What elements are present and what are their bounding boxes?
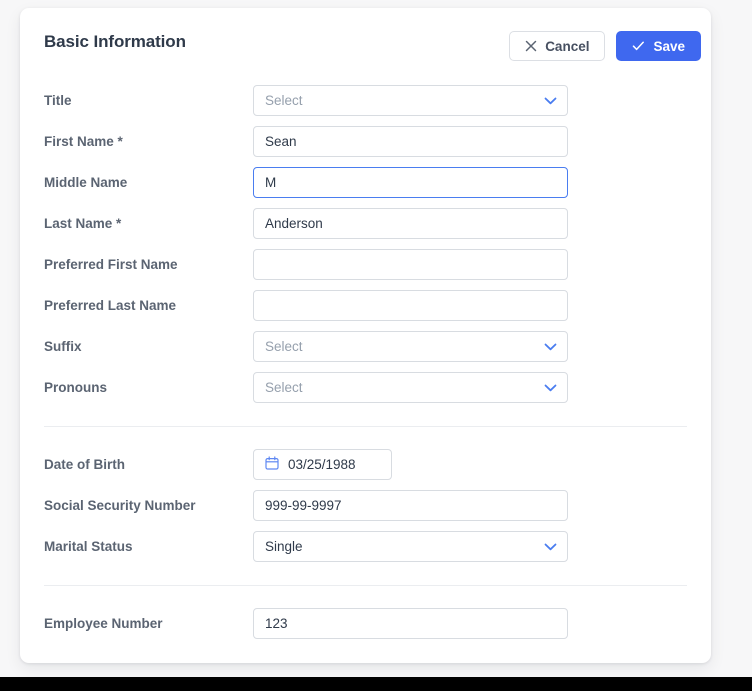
employee-number-input[interactable]: 123 xyxy=(253,608,568,639)
check-icon xyxy=(632,40,645,52)
last-name-value: Anderson xyxy=(265,215,323,231)
title-select-value: Select xyxy=(265,92,303,108)
middle-name-value: M xyxy=(265,174,277,190)
preferred-last-name-input[interactable] xyxy=(253,290,568,321)
field-label-marital-status: Marital Status xyxy=(44,539,133,554)
form-row-title: Title Select xyxy=(20,80,711,121)
card-header: Basic Information Cancel Save xyxy=(20,8,711,80)
date-of-birth-value: 03/25/1988 xyxy=(288,456,356,472)
first-name-input[interactable]: Sean xyxy=(253,126,568,157)
chevron-down-icon xyxy=(544,343,557,351)
pronouns-select-value: Select xyxy=(265,379,303,395)
field-label-last-name: Last Name * xyxy=(44,216,122,231)
field-label-pronouns: Pronouns xyxy=(44,380,107,395)
middle-name-input[interactable]: M xyxy=(253,167,568,198)
close-icon xyxy=(525,40,537,52)
cancel-button[interactable]: Cancel xyxy=(509,31,606,61)
basic-information-card: Basic Information Cancel Save Title Sele… xyxy=(20,8,711,663)
marital-status-select[interactable]: Single xyxy=(253,531,568,562)
section-divider-2 xyxy=(44,585,687,586)
form-row-preferred-last-name: Preferred Last Name xyxy=(20,285,711,326)
field-label-middle-name: Middle Name xyxy=(44,175,128,190)
field-label-preferred-first-name: Preferred First Name xyxy=(44,257,178,272)
form-row-marital-status: Marital Status Single xyxy=(20,526,711,567)
form-row-date-of-birth: Date of Birth 03/25/1988 xyxy=(20,444,711,485)
form-body: Title Select First Name * Sean Middle Na… xyxy=(20,80,711,644)
field-label-social-security-number: Social Security Number xyxy=(44,498,196,513)
form-row-first-name: First Name * Sean xyxy=(20,121,711,162)
header-actions: Cancel Save xyxy=(509,31,701,61)
social-security-number-input[interactable]: 999-99-9997 xyxy=(253,490,568,521)
form-row-employee-number: Employee Number 123 xyxy=(20,603,711,644)
chevron-down-icon xyxy=(544,97,557,105)
form-row-middle-name: Middle Name M xyxy=(20,162,711,203)
calendar-icon[interactable] xyxy=(265,456,279,473)
cancel-button-label: Cancel xyxy=(545,38,590,54)
social-security-number-value: 999-99-9997 xyxy=(265,497,342,513)
save-button[interactable]: Save xyxy=(616,31,701,61)
pronouns-select[interactable]: Select xyxy=(253,372,568,403)
title-select[interactable]: Select xyxy=(253,85,568,116)
chevron-down-icon xyxy=(544,384,557,392)
save-button-label: Save xyxy=(653,38,685,54)
employee-number-value: 123 xyxy=(265,615,288,631)
suffix-select[interactable]: Select xyxy=(253,331,568,362)
form-row-suffix: Suffix Select xyxy=(20,326,711,367)
form-row-preferred-first-name: Preferred First Name xyxy=(20,244,711,285)
field-label-employee-number: Employee Number xyxy=(44,616,163,631)
marital-status-value: Single xyxy=(265,538,303,554)
form-row-pronouns: Pronouns Select xyxy=(20,367,711,408)
page-title: Basic Information xyxy=(44,32,186,51)
preferred-first-name-input[interactable] xyxy=(253,249,568,280)
date-of-birth-input[interactable]: 03/25/1988 xyxy=(253,449,392,480)
first-name-value: Sean xyxy=(265,133,297,149)
form-row-social-security-number: Social Security Number 999-99-9997 xyxy=(20,485,711,526)
section-divider-1 xyxy=(44,426,687,427)
suffix-select-value: Select xyxy=(265,338,303,354)
field-label-first-name: First Name * xyxy=(44,134,123,149)
form-row-last-name: Last Name * Anderson xyxy=(20,203,711,244)
bottom-bar xyxy=(0,677,752,691)
field-label-title: Title xyxy=(44,93,72,108)
field-label-date-of-birth: Date of Birth xyxy=(44,457,125,472)
last-name-input[interactable]: Anderson xyxy=(253,208,568,239)
field-label-preferred-last-name: Preferred Last Name xyxy=(44,298,177,313)
field-label-suffix: Suffix xyxy=(44,339,82,354)
chevron-down-icon xyxy=(544,543,557,551)
